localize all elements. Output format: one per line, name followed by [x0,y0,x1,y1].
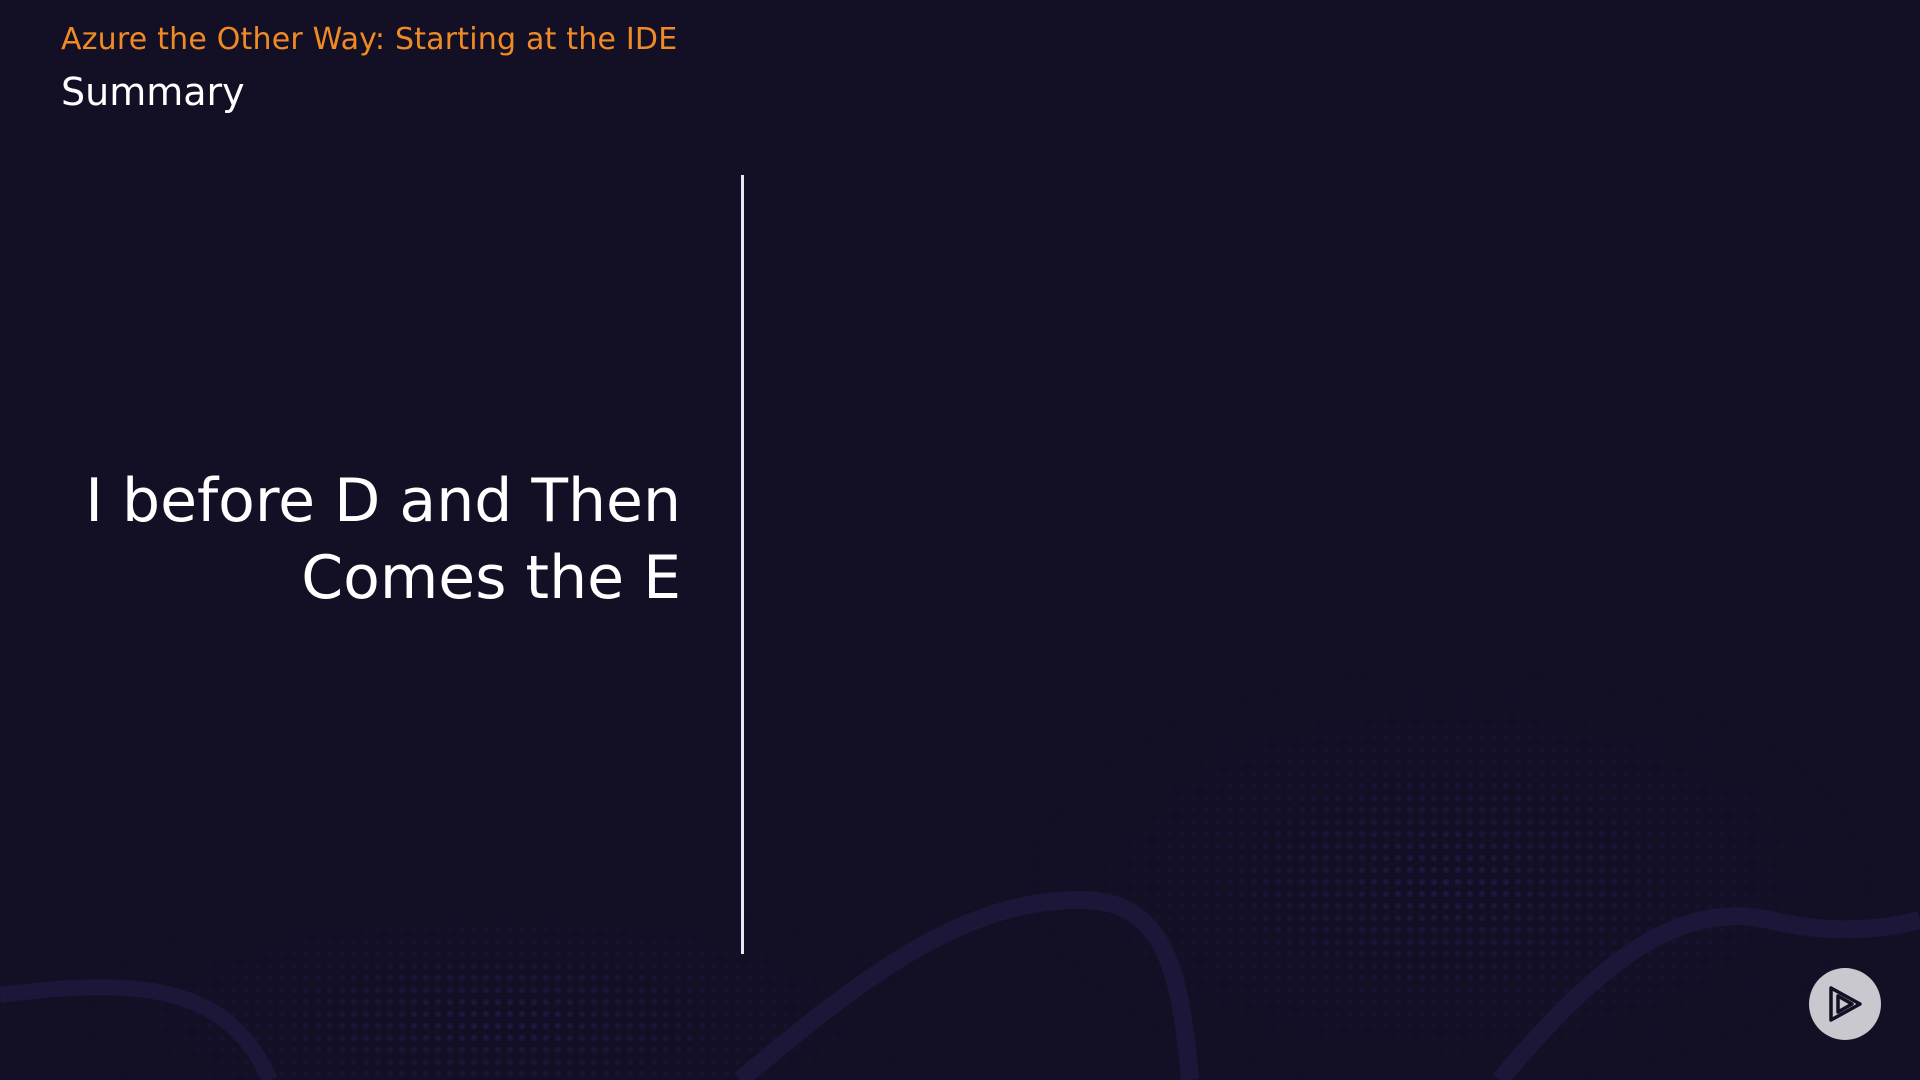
play-logo-icon [1829,986,1862,1022]
play-logo-button[interactable] [1809,968,1881,1040]
vertical-divider [741,175,744,954]
slide: Azure the Other Way: Starting at the IDE… [0,0,1920,1080]
slide-headline: I before D and Then Comes the E [21,463,681,617]
headline-line-1: I before D and Then [85,466,681,536]
headline-line-2: Comes the E [301,543,681,613]
module-title: Summary [61,70,245,114]
course-title: Azure the Other Way: Starting at the IDE [61,22,678,57]
